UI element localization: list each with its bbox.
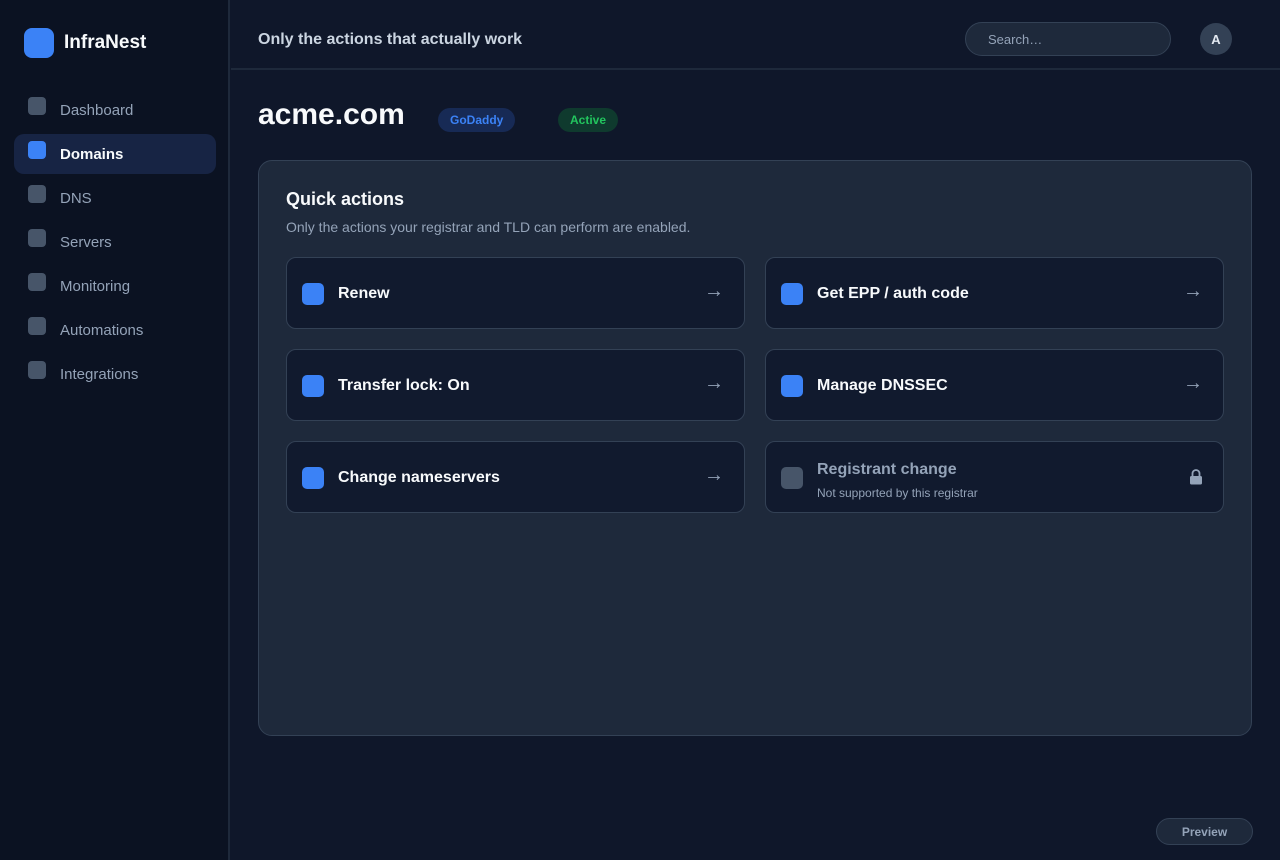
lock-icon xyxy=(1190,469,1202,485)
top-bar: Only the actions that actually work A xyxy=(231,0,1280,70)
transfer-lock-icon xyxy=(302,375,324,397)
panel-title: Quick actions xyxy=(286,189,405,209)
arrow-right-icon: → xyxy=(1183,372,1203,394)
header-title: Only the actions that actually work xyxy=(258,31,523,48)
sidebar-item-dns[interactable]: DNS xyxy=(14,178,216,218)
action-label: Manage DNSSEC xyxy=(817,377,948,394)
renew-icon xyxy=(302,283,324,305)
sidebar-item-label: Automations xyxy=(60,321,144,339)
sidebar-item-label: Monitoring xyxy=(60,277,131,295)
get-epp-action[interactable]: Get EPP / auth code → xyxy=(765,257,1224,329)
servers-icon xyxy=(28,229,46,247)
action-label: Change nameservers xyxy=(338,469,500,486)
page-title: acme.com xyxy=(258,98,405,131)
action-note: Not supported by this registrar xyxy=(817,486,978,500)
sidebar-item-servers[interactable]: Servers xyxy=(14,222,216,262)
sidebar-item-automations[interactable]: Automations xyxy=(14,310,216,350)
search-input[interactable] xyxy=(965,22,1171,56)
key-icon xyxy=(781,283,803,305)
app-root: InfraNest Dashboard Domains DNS Servers … xyxy=(0,0,1280,860)
sidebar: InfraNest Dashboard Domains DNS Servers … xyxy=(0,0,230,860)
transfer-lock-action[interactable]: Transfer lock: On → xyxy=(286,349,745,421)
arrow-right-icon: → xyxy=(1183,280,1203,302)
sidebar-item-label: DNS xyxy=(60,189,92,207)
registrant-icon xyxy=(781,467,803,489)
brand-logo-icon xyxy=(24,28,54,58)
arrow-right-icon: → xyxy=(704,372,724,394)
sidebar-item-domains[interactable]: Domains xyxy=(14,134,216,174)
sidebar-item-label: Servers xyxy=(60,233,112,251)
dnssec-icon xyxy=(781,375,803,397)
sidebar-item-monitoring[interactable]: Monitoring xyxy=(14,266,216,306)
nameservers-icon xyxy=(302,467,324,489)
sidebar-item-label: Integrations xyxy=(60,365,139,383)
automations-icon xyxy=(28,317,46,335)
brand[interactable]: InfraNest xyxy=(24,28,146,58)
renew-action[interactable]: Renew → xyxy=(286,257,745,329)
sidebar-item-dashboard[interactable]: Dashboard xyxy=(14,90,216,130)
avatar[interactable]: A xyxy=(1200,23,1232,55)
arrow-right-icon: → xyxy=(704,464,724,486)
arrow-right-icon: → xyxy=(704,280,724,302)
integrations-icon xyxy=(28,361,46,379)
manage-dnssec-action[interactable]: Manage DNSSEC → xyxy=(765,349,1224,421)
status-badge: Active xyxy=(558,108,619,132)
action-label: Registrant change xyxy=(817,461,957,478)
brand-name: InfraNest xyxy=(64,32,147,53)
registrar-badge: GoDaddy xyxy=(438,108,516,132)
panel-subtitle: Only the actions your registrar and TLD … xyxy=(286,219,691,235)
monitoring-icon xyxy=(28,273,46,291)
quick-actions-panel: Quick actions Only the actions your regi… xyxy=(258,160,1252,736)
dashboard-icon xyxy=(28,97,46,115)
change-nameservers-action[interactable]: Change nameservers → xyxy=(286,441,745,513)
registrant-change-action: Registrant change Not supported by this … xyxy=(765,441,1224,513)
sidebar-item-integrations[interactable]: Integrations xyxy=(14,354,216,394)
sidebar-nav: Dashboard Domains DNS Servers Monitoring… xyxy=(14,90,216,398)
sidebar-item-label: Domains xyxy=(60,145,124,163)
sidebar-item-label: Dashboard xyxy=(60,101,134,119)
preview-button[interactable]: Preview xyxy=(1156,818,1253,845)
action-label: Transfer lock: On xyxy=(338,377,470,394)
action-label: Renew xyxy=(338,285,390,302)
action-label: Get EPP / auth code xyxy=(817,285,969,302)
dns-icon xyxy=(28,185,46,203)
domains-icon xyxy=(28,141,46,159)
